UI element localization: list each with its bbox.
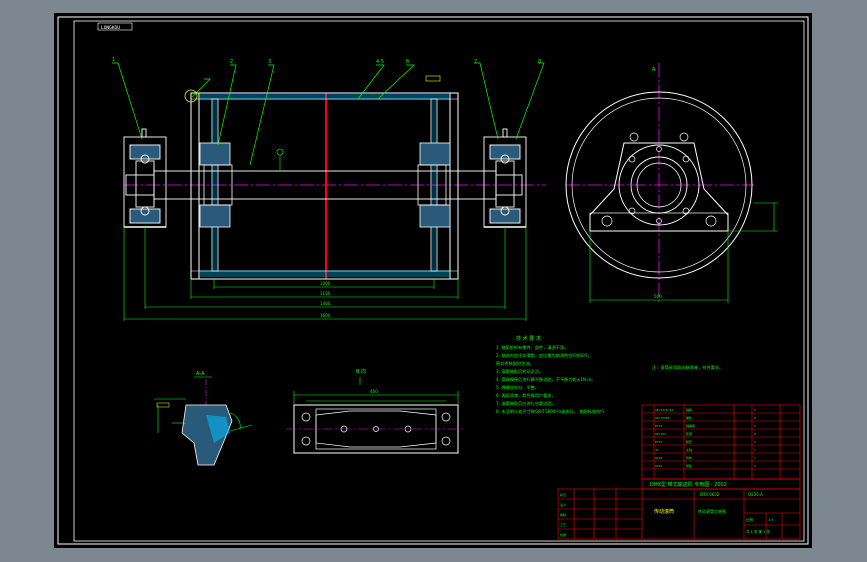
svg-text:1400: 1400 (320, 301, 331, 306)
bottom-dim-value: 460 (370, 389, 378, 394)
tech-req-item: 1. 装配前所有零件、部件，清洗干净。 (496, 344, 568, 351)
end-disk-right (430, 98, 438, 272)
svg-text:轴承座: 轴承座 (686, 423, 695, 428)
tech-req-title: 技 术 要 求 (516, 335, 541, 342)
tech-req-item: 4. 筒体焊接后进行静平衡试验，不平衡力矩≤1N.m。 (496, 376, 596, 383)
material-value: Q235-A (748, 492, 763, 497)
svg-text:45: 45 (655, 448, 659, 452)
svg-text:DT75: DT75 (655, 424, 662, 428)
tech-req-item: 5. 焊缝应均匀、平整。 (496, 384, 539, 391)
svg-text:6: 6 (406, 59, 409, 65)
design-note: 传动滚筒总装图 (698, 508, 726, 514)
tech-req-item: 6. 表面涂漆，颜色按用户要求。 (496, 392, 556, 399)
callout-tag (425, 75, 441, 82)
svg-text:GB/T93: GB/T93 (655, 432, 666, 436)
end-disk-left (211, 98, 219, 272)
title-cell: 审核 (560, 512, 566, 517)
svg-text:3: 3 (268, 59, 271, 65)
leader-lines (112, 62, 545, 166)
scale-value: 1:5 (768, 518, 774, 522)
title-cell: 设计 (560, 502, 566, 507)
tech-req-item: 2. 轴承内加注润滑脂，加注量为轴承腔空间的2/3， (496, 352, 592, 359)
svg-text:1: 1 (112, 57, 115, 63)
shaft-marker (276, 148, 284, 156)
svg-text:8: 8 (538, 59, 541, 65)
svg-text:主轴: 主轴 (686, 447, 692, 452)
shell-hatch-bottom (199, 271, 450, 277)
svg-text:轴承: 轴承 (686, 407, 692, 412)
svg-text:1150: 1150 (320, 291, 331, 296)
cad-viewport[interactable]: LONGKOU 1 2 3 4 5 6 7 8 1000 1150 1400 1… (54, 13, 812, 548)
svg-text:GB/T5782: GB/T5782 (655, 416, 670, 420)
tech-req-item: 8. 未注明公差尺寸按GB/T1804-m级执行， 按照标准执行 (496, 408, 604, 415)
svg-text:2: 2 (754, 424, 756, 428)
title-cell: 批准 (560, 532, 566, 537)
engineering-drawing: LONGKOU 1 2 3 4 5 6 7 8 1000 1150 1400 1… (57, 16, 809, 545)
svg-text:1: 1 (754, 448, 756, 452)
svg-text:Q235: Q235 (655, 464, 662, 468)
bottom-view-label: B 向 (356, 368, 366, 375)
svg-text:1: 1 (754, 456, 756, 460)
svg-text:7: 7 (474, 59, 477, 65)
svg-text:GB/T276-94: GB/T276-94 (655, 408, 673, 412)
bearing-housing-right (483, 128, 527, 228)
svg-text:2: 2 (754, 440, 756, 444)
scale-label: 比例 (746, 517, 754, 522)
part-name: 传动滚筒 (654, 508, 674, 515)
detail-section-label: A-A (196, 371, 205, 377)
svg-text:DT75: DT75 (655, 440, 662, 444)
svg-text:4 5: 4 5 (376, 59, 384, 65)
technical-requirements: 技 术 要 求 1. 装配前所有零件、部件，清洗干净。 2. 轴承内加注润滑脂，… (496, 335, 723, 415)
parts-list-entries: GB/T276-94 轴承 2 GB/T5782 螺栓 8 DT75 轴承座 2 GB/T9… (655, 407, 756, 468)
svg-text:2: 2 (230, 59, 233, 65)
svg-text:2: 2 (754, 464, 756, 468)
sheet-info: 共 1 张 第 1 张 (746, 529, 771, 534)
svg-text:筒体: 筒体 (686, 455, 692, 460)
tech-req-side-note: 注：滚筒采用双向轴承座，符合要求。 (652, 364, 723, 371)
shell-hatch-top (199, 93, 450, 99)
svg-text:胀套: 胀套 (686, 439, 692, 444)
side-dim-value: 500 (654, 294, 662, 299)
bottom-view: B 向 460 (286, 368, 466, 454)
bearing-housing-left (123, 128, 167, 228)
side-dimensions (589, 202, 778, 303)
title-cell: 工艺 (560, 522, 566, 527)
drawing-title: DHX型 带式输送机 专用图 - 2002 (650, 481, 727, 488)
dimension-values: 1000 1150 1400 1600 (320, 281, 331, 318)
svg-text:1000: 1000 (320, 281, 331, 286)
detail-tag (156, 402, 170, 408)
title-cell: 标记 (560, 492, 566, 497)
side-view: A 500 (565, 63, 778, 303)
svg-text:8: 8 (754, 432, 756, 436)
svg-text:幅板: 幅板 (686, 463, 692, 468)
drawing-number: DTII 0632 (700, 492, 720, 497)
leader-numbers: 1 2 3 4 5 6 7 8 (112, 57, 541, 65)
tech-req-item: 3. 滚筒装配后转动灵活。 (496, 368, 543, 375)
tech-req-item: 密封件装配时涂油。 (496, 360, 534, 367)
corner-tag: LONGKOU (101, 25, 120, 31)
svg-text:螺栓: 螺栓 (686, 415, 692, 420)
svg-text:8: 8 (754, 416, 756, 420)
svg-text:Q235: Q235 (655, 456, 662, 460)
side-section-mark: A (652, 67, 656, 73)
tech-req-item: 7. 滚筒装配后应进行空载试验。 (496, 400, 556, 407)
svg-text:2: 2 (754, 408, 756, 412)
detail-section-view: A-A (154, 371, 253, 466)
svg-text:垫圈: 垫圈 (686, 431, 692, 436)
svg-text:1600: 1600 (320, 313, 331, 318)
main-pulley-view: 1 2 3 4 5 6 7 8 1000 1150 1400 1600 (112, 57, 546, 321)
